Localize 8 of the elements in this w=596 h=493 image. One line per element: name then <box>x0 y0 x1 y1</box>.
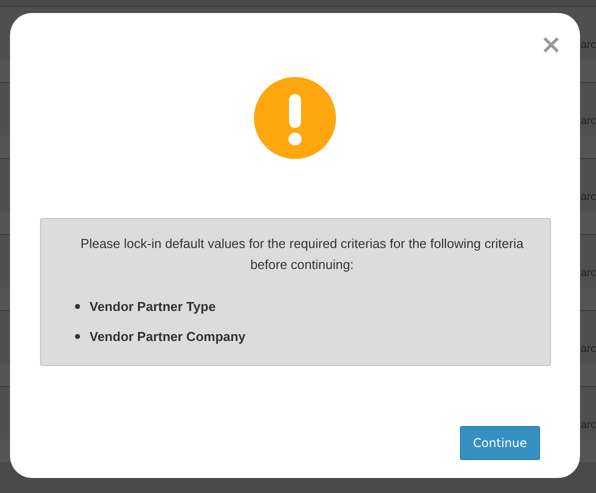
message-text: Please lock-in default values for the required criterias for the following criteria before continuing: <box>80 235 524 274</box>
bullet-icon <box>74 304 80 308</box>
criteria-item: Vendor Partner Type <box>90 298 216 314</box>
bullet-icon <box>74 334 80 338</box>
criteria-item: Vendor Partner Company <box>90 328 246 344</box>
warning-icon <box>254 77 336 159</box>
continue-button[interactable]: Continue <box>460 426 540 460</box>
close-button[interactable]: × <box>536 31 566 59</box>
